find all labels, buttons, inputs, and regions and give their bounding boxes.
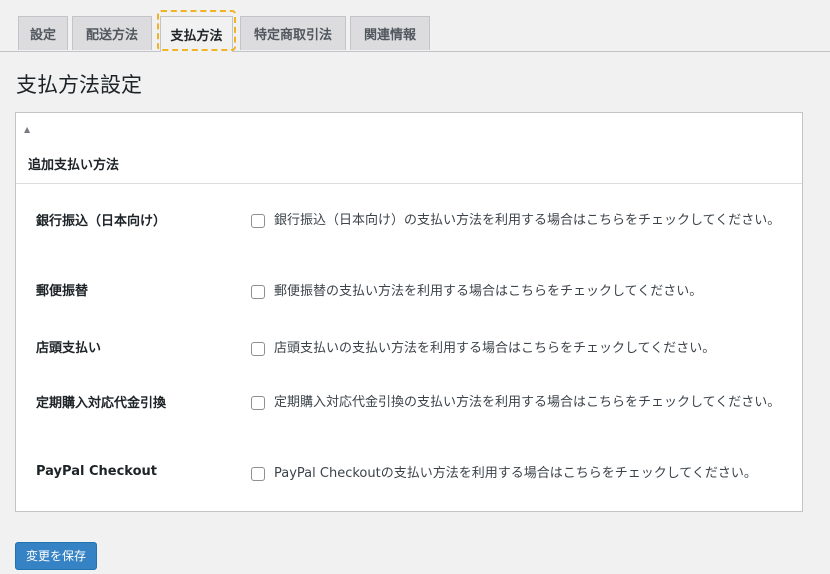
collapse-toggle-icon[interactable]: ▲ xyxy=(24,126,30,134)
payment-method-description[interactable]: PayPal Checkoutの支払い方法を利用する場合はこちらをチェックしてく… xyxy=(274,464,757,483)
settings-tab-bar: 設定 配送方法 支払方法 特定商取引法 関連情報 xyxy=(0,0,830,52)
payment-method-description[interactable]: 定期購入対応代金引換の支払い方法を利用する場合はこちらをチェックしてください。 xyxy=(274,393,780,412)
panel-title: 追加支払い方法 xyxy=(28,158,120,173)
payment-method-field[interactable]: 定期購入対応代金引換の支払い方法を利用する場合はこちらをチェックしてください。 xyxy=(251,393,788,412)
bank-transfer-checkbox[interactable] xyxy=(251,214,265,228)
payment-method-label: 店頭支払い xyxy=(36,341,102,356)
payment-method-label: 郵便振替 xyxy=(36,284,89,299)
tab-shipping-methods[interactable]: 配送方法 xyxy=(72,16,152,50)
tab-related-info[interactable]: 関連情報 xyxy=(350,16,430,50)
save-changes-button[interactable]: 変更を保存 xyxy=(15,542,98,570)
payment-method-description[interactable]: 店頭支払いの支払い方法を利用する場合はこちらをチェックしてください。 xyxy=(274,339,715,358)
payment-method-label: 定期購入対応代金引換 xyxy=(36,396,167,411)
panel-divider xyxy=(16,183,802,184)
payment-method-field[interactable]: PayPal Checkoutの支払い方法を利用する場合はこちらをチェックしてく… xyxy=(251,464,788,483)
payment-method-field[interactable]: 郵便振替の支払い方法を利用する場合はこちらをチェックしてください。 xyxy=(251,282,788,301)
page-title: 支払方法設定 xyxy=(16,73,142,97)
paypal-checkout-checkbox[interactable] xyxy=(251,467,265,481)
tab-settings[interactable]: 設定 xyxy=(18,16,68,50)
store-payment-checkbox[interactable] xyxy=(251,342,265,356)
tab-payment-methods[interactable]: 支払方法 xyxy=(160,16,233,52)
payment-method-field[interactable]: 銀行振込（日本向け）の支払い方法を利用する場合はこちらをチェックしてください。 xyxy=(251,211,788,230)
payment-method-label: PayPal Checkout xyxy=(36,464,157,479)
tab-commercial-transactions[interactable]: 特定商取引法 xyxy=(240,16,346,50)
payment-method-description[interactable]: 銀行振込（日本向け）の支払い方法を利用する場合はこちらをチェックしてください。 xyxy=(274,211,780,230)
payment-methods-panel: ▲ 追加支払い方法 銀行振込（日本向け） 銀行振込（日本向け）の支払い方法を利用… xyxy=(15,112,803,512)
payment-method-description[interactable]: 郵便振替の支払い方法を利用する場合はこちらをチェックしてください。 xyxy=(274,282,702,301)
subscription-cod-checkbox[interactable] xyxy=(251,396,265,410)
payment-method-label: 銀行振込（日本向け） xyxy=(36,214,167,229)
postal-transfer-checkbox[interactable] xyxy=(251,285,265,299)
payment-method-field[interactable]: 店頭支払いの支払い方法を利用する場合はこちらをチェックしてください。 xyxy=(251,339,788,358)
